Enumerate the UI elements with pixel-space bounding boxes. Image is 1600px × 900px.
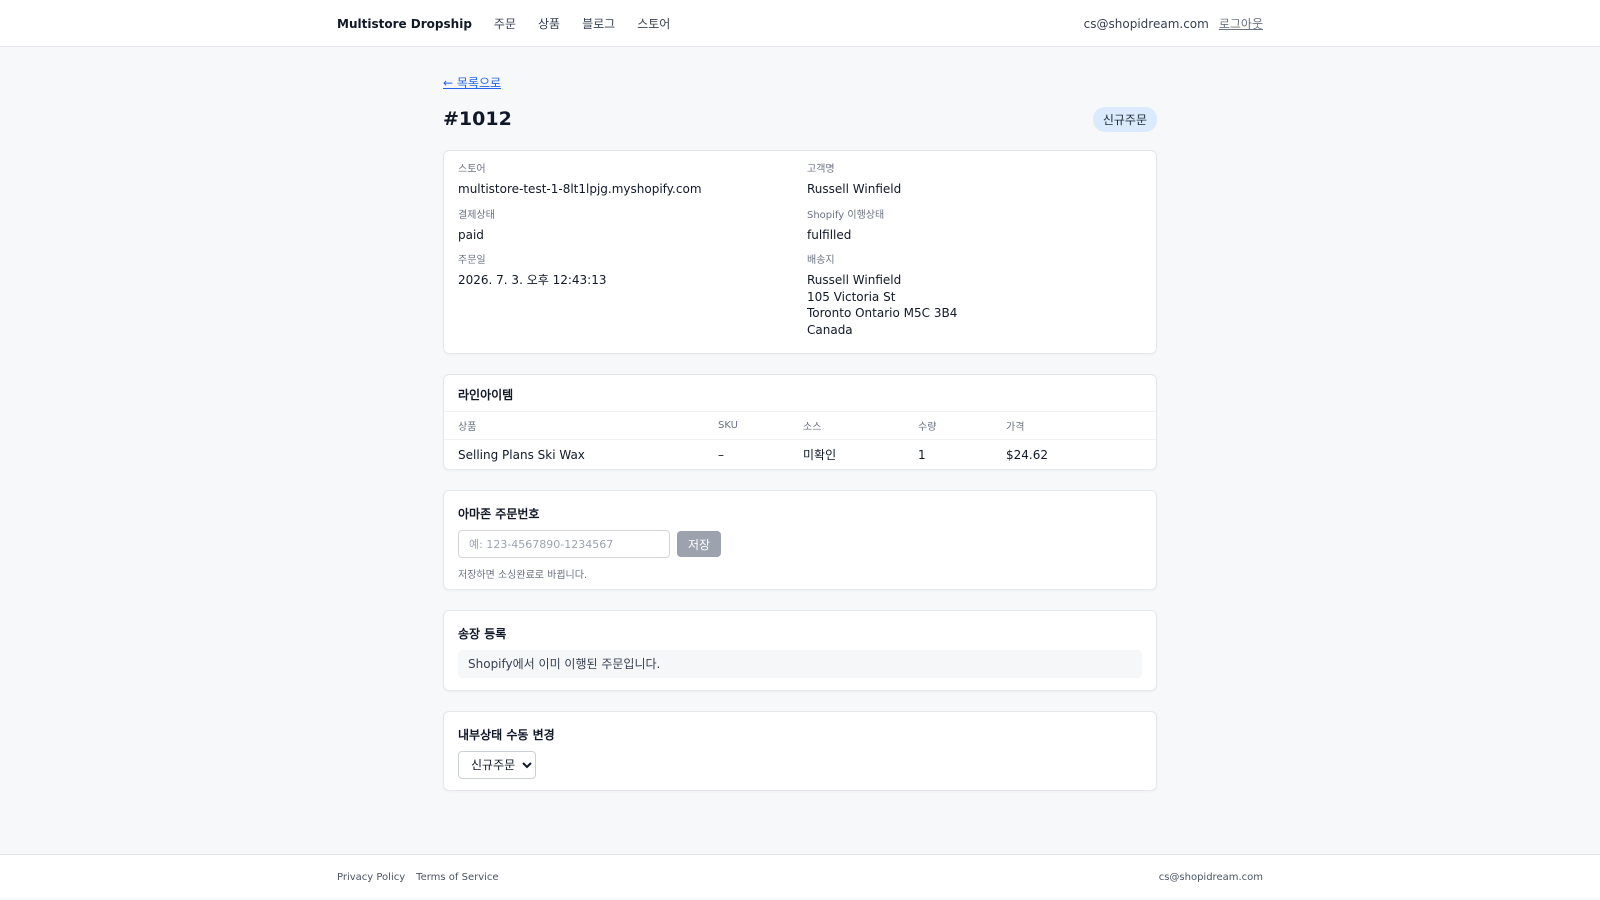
user-email: cs@shopidream.com (1083, 16, 1209, 31)
line-items-title: 라인아이템 (458, 388, 514, 402)
fulfillment-label: Shopify 이행상태 (807, 209, 885, 221)
column-sku: SKU (704, 411, 789, 440)
manual-status-title: 내부상태 수동 변경 (458, 728, 555, 742)
order-date-field: 주문일 2026. 7. 3. 오후 12:43:13 (458, 254, 807, 289)
amazon-helper-text: 저장하면 소싱완료로 바뀝니다. (458, 570, 588, 581)
navbar-inner: Multistore Dropship 주문 상품 블로그 스토어 cs@sho… (337, 0, 1263, 47)
back-to-list-link[interactable]: ← 목록으로 (443, 74, 501, 92)
line-items-table: 상품 SKU 소스 수량 가격 Selling Plans Ski Wax – … (444, 411, 1156, 470)
nav-stores[interactable]: 스토어 (637, 15, 670, 32)
manual-status-card: 내부상태 수동 변경 신규주문 (443, 711, 1157, 791)
store-field: 스토어 multistore-test-1-8lt1lpjg.myshopify… (458, 163, 807, 198)
column-product: 상품 (444, 411, 704, 440)
column-price: 가격 (992, 411, 1156, 440)
terms-of-service-link[interactable]: Terms of Service (416, 872, 498, 883)
payment-field: 결제상태 paid (458, 209, 807, 244)
line-items-card: 라인아이템 상품 SKU 소스 수량 가격 Selling Plans Ski … (443, 374, 1157, 470)
column-source: 소스 (789, 411, 904, 440)
status-badge: 신규주문 (1092, 106, 1157, 132)
footer-email: cs@shopidream.com (1158, 871, 1263, 883)
shipping-label: 배송지 (807, 255, 835, 266)
privacy-policy-link[interactable]: Privacy Policy (337, 872, 405, 883)
page-title: #1012 (443, 108, 512, 130)
fulfillment-value: fulfilled (807, 227, 852, 242)
store-label: 스토어 (458, 164, 486, 175)
brand-logo[interactable]: Multistore Dropship (337, 17, 472, 31)
invoice-notice: Shopify에서 이미 이행된 주문입니다. (458, 650, 1142, 678)
footer-links: Privacy Policy Terms of Service (337, 872, 499, 883)
footer: Privacy Policy Terms of Service cs@shopi… (0, 854, 1600, 898)
customer-field: 고객명 Russell Winfield (807, 163, 1142, 198)
payment-value: paid (458, 227, 484, 242)
payment-label: 결제상태 (458, 209, 495, 221)
cell-source: 미확인 (803, 448, 837, 463)
logout-link[interactable]: 로그아웃 (1219, 15, 1263, 32)
cell-quantity: 1 (918, 447, 926, 462)
store-value: multistore-test-1-8lt1lpjg.myshopify.com (458, 182, 702, 196)
title-row: #1012 신규주문 (443, 104, 1157, 134)
save-button[interactable]: 저장 (677, 531, 722, 557)
shipping-line: Canada (807, 322, 853, 337)
status-select[interactable]: 신규주문 (458, 751, 536, 779)
order-info-card: 스토어 multistore-test-1-8lt1lpjg.myshopify… (443, 150, 1157, 354)
nav-right: cs@shopidream.com 로그아웃 (1084, 15, 1263, 32)
shipping-line: Russell Winfield (807, 273, 902, 287)
column-quantity: 수량 (904, 411, 992, 440)
cell-sku: – (718, 447, 724, 462)
nav-left: Multistore Dropship 주문 상품 블로그 스토어 (337, 15, 670, 32)
shipping-address: Russell Winfield 105 Victoria St Toronto… (807, 272, 1142, 338)
customer-label: 고객명 (807, 164, 835, 175)
order-info-right: 고객명 Russell Winfield Shopify 이행상태 fulfil… (807, 163, 1142, 349)
nav-orders[interactable]: 주문 (494, 15, 516, 32)
nav-products[interactable]: 상품 (538, 15, 560, 32)
nav-blog[interactable]: 블로그 (582, 15, 615, 32)
table-row: Selling Plans Ski Wax – 미확인 1 $24.62 (444, 440, 1156, 470)
order-date-value: 2026. 7. 3. 오후 12:43:13 (458, 273, 607, 287)
invoice-card: 송장 등록 Shopify에서 이미 이행된 주문입니다. (443, 610, 1157, 691)
order-info-left: 스토어 multistore-test-1-8lt1lpjg.myshopify… (458, 163, 807, 349)
fulfillment-field: Shopify 이행상태 fulfilled (807, 209, 1142, 244)
footer-inner: Privacy Policy Terms of Service cs@shopi… (337, 855, 1263, 899)
shipping-line: Toronto Ontario M5C 3B4 (807, 306, 958, 320)
shipping-line: 105 Victoria St (807, 289, 896, 304)
customer-value: Russell Winfield (807, 182, 902, 196)
top-navbar: Multistore Dropship 주문 상품 블로그 스토어 cs@sho… (0, 0, 1600, 47)
order-date-label: 주문일 (458, 255, 486, 266)
amazon-order-card: 아마존 주문번호 저장 저장하면 소싱완료로 바뀝니다. (443, 490, 1157, 590)
amazon-order-form: 저장 (458, 530, 1142, 558)
amazon-order-title: 아마존 주문번호 (458, 507, 540, 521)
cell-product: Selling Plans Ski Wax (458, 447, 585, 462)
cell-price: $24.62 (1006, 447, 1048, 462)
order-detail-main: ← 목록으로 #1012 신규주문 스토어 multistore-test-1-… (443, 74, 1157, 791)
table-header-row: 상품 SKU 소스 수량 가격 (444, 411, 1156, 440)
shipping-field: 배송지 Russell Winfield 105 Victoria St Tor… (807, 254, 1142, 338)
invoice-title: 송장 등록 (458, 627, 507, 641)
amazon-order-input[interactable] (458, 530, 670, 558)
